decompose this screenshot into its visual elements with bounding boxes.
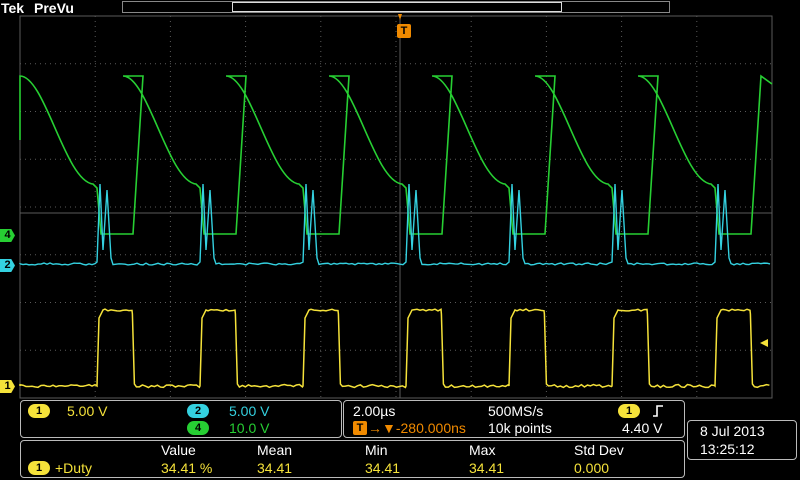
trigger-level: 4.40 V — [622, 420, 662, 436]
measurement-mean: 34.41 — [257, 460, 292, 476]
brand-logo: Tek — [1, 0, 24, 16]
header-value: Value — [161, 442, 196, 458]
measurement-name: +Duty — [55, 460, 92, 476]
measurement-panel[interactable]: Value Mean Min Max Std Dev 1 +Duty 34.41… — [20, 440, 685, 478]
channel-1-trace — [20, 309, 769, 387]
timebase-trigger-panel[interactable]: 2.00µs 500MS/s 1 T →▼-280.000ns 10k poin… — [343, 400, 685, 438]
header-mean: Mean — [257, 442, 292, 458]
channel-2-scale: 5.00 V — [229, 403, 269, 419]
channel-2-trace — [20, 184, 770, 265]
header-min: Min — [365, 442, 388, 458]
record-view-window[interactable] — [232, 2, 562, 12]
vertical-settings-panel[interactable]: 1 5.00 V 2 5.00 V 4 10.0 V — [20, 400, 342, 438]
channel-1-badge[interactable]: 1 — [28, 404, 50, 418]
status-bar: Tek PreVu — [0, 0, 800, 16]
header-std-dev: Std Dev — [574, 442, 624, 458]
channel-1-scale: 5.00 V — [67, 403, 107, 419]
trigger-icon: T — [353, 421, 367, 435]
record-length: 10k points — [488, 420, 552, 436]
time-per-division: 2.00µs — [353, 403, 395, 419]
trigger-source-badge[interactable]: 1 — [618, 404, 640, 418]
measurement-std-dev: 0.000 — [574, 460, 609, 476]
channel-2-badge[interactable]: 2 — [187, 404, 209, 418]
trigger-position-icon[interactable]: T — [397, 24, 411, 38]
waveform-display — [0, 0, 800, 400]
rising-edge-icon — [652, 404, 664, 418]
trigger-level-marker[interactable] — [760, 339, 768, 347]
time-readout: 13:25:12 — [700, 441, 755, 457]
header-max: Max — [469, 442, 495, 458]
measurement-max: 34.41 — [469, 460, 504, 476]
date-readout: 8 Jul 2013 — [700, 423, 765, 439]
measurement-source-badge[interactable]: 1 — [28, 461, 50, 475]
sample-rate: 500MS/s — [488, 403, 543, 419]
acquisition-mode: PreVu — [34, 0, 74, 16]
datetime-panel: 8 Jul 2013 13:25:12 — [687, 420, 797, 460]
channel-4-badge[interactable]: 4 — [187, 421, 209, 435]
measurement-value: 34.41 % — [161, 460, 212, 476]
channel-4-trace — [20, 76, 772, 234]
measurement-min: 34.41 — [365, 460, 400, 476]
channel-4-scale: 10.0 V — [229, 420, 269, 436]
trigger-delay: →▼-280.000ns — [368, 420, 466, 436]
